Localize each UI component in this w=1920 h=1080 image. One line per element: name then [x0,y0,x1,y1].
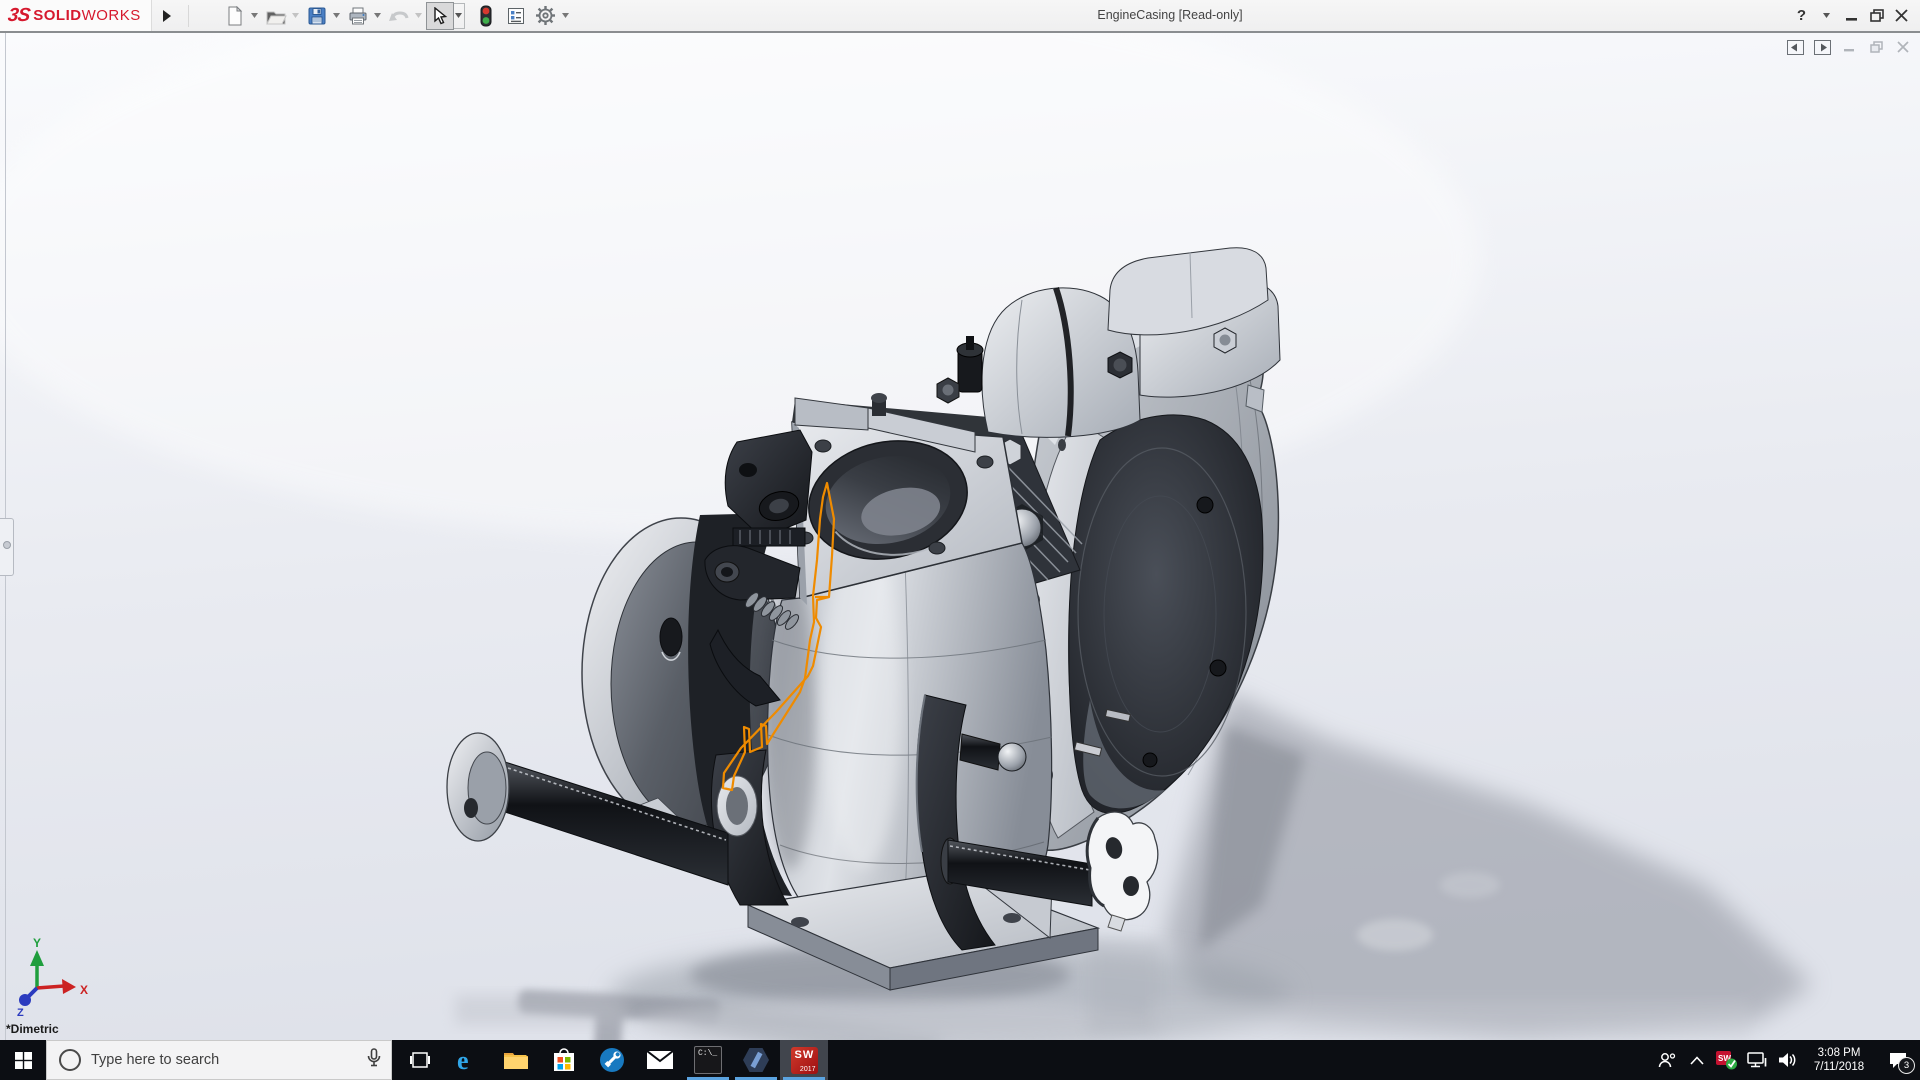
help-dropdown[interactable] [1814,3,1839,29]
print-button[interactable] [344,3,383,29]
hexagon-app-button[interactable] [732,1040,780,1080]
wrench-circle-icon [600,1048,624,1072]
task-view-button[interactable] [396,1040,444,1080]
solidworks-app-icon: SW 2017 [790,1046,818,1074]
select-dropdown[interactable] [453,2,465,29]
brand-text: SOLIDWORKS [33,7,141,24]
document-title: EngineCasing [Read-only] [1097,8,1243,22]
select-button[interactable] [425,1,465,30]
pane-right-toggle[interactable] [1813,39,1831,55]
clock-date: 7/11/2018 [1813,1061,1865,1073]
undo-icon [385,2,413,30]
new-document-dropdown[interactable] [249,4,260,28]
rebuild-button[interactable] [472,3,500,29]
network-icon[interactable] [1742,1040,1772,1080]
svg-text:e: e [457,1047,469,1073]
file-explorer-button[interactable] [492,1040,540,1080]
panel-tab-grip [3,541,11,549]
doc-restore-button[interactable] [1867,39,1885,55]
save-button[interactable] [303,3,342,29]
open-icon [262,2,290,30]
command-prompt-icon: C:\_ [694,1046,722,1074]
solidworks-taskbar-button[interactable]: SW 2017 [780,1040,828,1080]
search-placeholder: Type here to search [91,1052,220,1068]
window-controls: ? [1789,0,1920,31]
undo-dropdown[interactable] [413,4,424,28]
graphics-viewport[interactable]: Y X Z *Dimetric [0,33,1920,1040]
toolbar-flyout-arrow-icon[interactable] [158,7,176,25]
clock-time: 3:08 PM [1817,1047,1861,1059]
options-dropdown[interactable] [560,4,571,28]
action-center-button[interactable]: 3 [1876,1040,1920,1080]
solidworks-tray-icon[interactable]: SW [1712,1040,1742,1080]
windows-logo-icon [14,1051,32,1069]
new-document-icon [221,2,249,30]
solidworks-logo: 3S SOLIDWORKS [0,0,152,31]
mail-button[interactable] [636,1040,684,1080]
save-dropdown[interactable] [331,4,342,28]
command-prompt-button[interactable]: C:\_ [684,1040,732,1080]
rebuild-traffic-light-icon [472,2,500,30]
edge-icon: e [457,1047,469,1073]
windows-taskbar: Type here to search e C:\_ SW 2017 SW 3:… [0,1040,1920,1080]
restore-button[interactable] [1864,3,1889,29]
taskbar-apps: e C:\_ SW 2017 [396,1040,828,1080]
file-properties-icon [502,2,530,30]
volume-icon[interactable] [1772,1040,1802,1080]
tools-app-button[interactable] [588,1040,636,1080]
start-button[interactable] [0,1040,46,1080]
mail-icon [647,1051,673,1069]
folder-icon [504,1053,528,1069]
doc-close-button[interactable] [1894,39,1912,55]
print-dropdown[interactable] [372,4,383,28]
help-button[interactable]: ? [1789,3,1814,29]
options-button[interactable] [532,3,571,29]
engine-casing-model[interactable]: Y X Z [0,33,1920,1040]
open-button[interactable] [262,3,301,29]
store-button[interactable] [540,1040,588,1080]
minimize-button[interactable] [1839,3,1864,29]
ds-logo-mark: 3S [6,4,31,26]
taskbar-search-input[interactable]: Type here to search [46,1040,392,1080]
triad-y-label: Y [33,936,41,950]
new-document-button[interactable] [221,3,260,29]
store-icon [554,1048,574,1071]
titlebar: 3S SOLIDWORKS EngineCasing [Read-only] ? [0,0,1920,33]
feature-panel-collapsed-tab[interactable] [0,518,14,576]
save-icon [303,2,331,30]
tray-chevron-up-icon[interactable] [1682,1040,1712,1080]
taskbar-clock[interactable]: 3:08 PM 7/11/2018 [1802,1046,1876,1074]
cortana-icon [59,1049,81,1071]
people-icon[interactable] [1652,1040,1682,1080]
document-window-controls [1786,39,1912,55]
view-orientation-label: *Dimetric [6,1022,59,1036]
pane-left-toggle[interactable] [1786,39,1804,55]
edge-button[interactable]: e [444,1040,492,1080]
triad-x-label: X [80,983,88,997]
notification-badge: 3 [1898,1057,1915,1074]
system-tray: SW 3:08 PM 7/11/2018 3 [1652,1040,1920,1080]
hexagon-app-icon [743,1048,769,1072]
file-properties-button[interactable] [502,3,530,29]
solidworks-window: { "titlebar": { "brand_mark": "3S", "bra… [0,0,1920,1080]
close-button[interactable] [1889,3,1914,29]
microphone-icon[interactable] [367,1048,381,1072]
select-cursor-icon [425,1,454,30]
open-dropdown[interactable] [290,4,301,28]
triad-z-label: Z [17,1007,24,1019]
print-icon [344,2,372,30]
options-gear-icon [532,2,560,30]
doc-minimize-button[interactable] [1840,39,1858,55]
toolbar-separator [187,4,189,27]
undo-button[interactable] [385,3,424,29]
